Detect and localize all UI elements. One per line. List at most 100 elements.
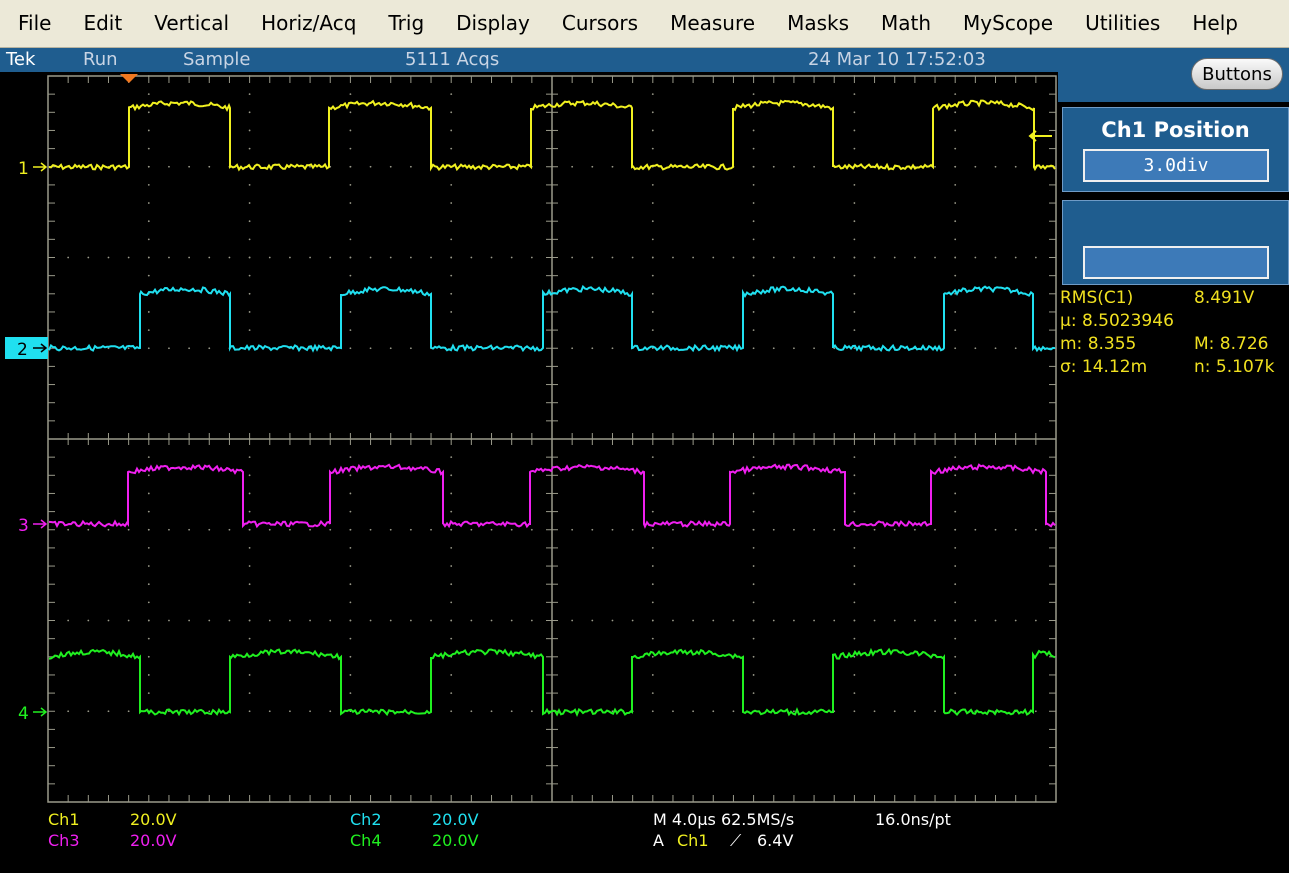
- grid-dot: [954, 93, 957, 96]
- menu-display[interactable]: Display: [440, 0, 546, 47]
- grid-dot: [651, 329, 654, 331]
- menu-cursors[interactable]: Cursors: [546, 0, 654, 47]
- ch1-position-control: Ch1 Position 3.0div: [1062, 107, 1289, 192]
- grid-dot: [349, 238, 352, 241]
- grid-dot: [349, 565, 352, 567]
- grid-dot: [893, 619, 896, 622]
- grid-dot: [813, 256, 815, 259]
- grid-dot: [389, 528, 392, 531]
- menu-file[interactable]: File: [0, 0, 67, 47]
- grid-dot: [651, 547, 654, 549]
- grid-dot: [651, 655, 654, 658]
- grid-dot: [329, 528, 332, 531]
- run-state[interactable]: Run: [83, 49, 118, 70]
- grid-dot: [591, 347, 594, 350]
- grid-dot: [450, 583, 453, 586]
- menu-help[interactable]: Help: [1176, 0, 1254, 47]
- timebase-readout[interactable]: M 4.0μs 62.5MS/s: [653, 810, 794, 829]
- grid-dot: [188, 347, 191, 350]
- grid-dot: [349, 492, 352, 495]
- trigger-source[interactable]: Ch1: [677, 831, 709, 850]
- ch1-scale[interactable]: 20.0V: [130, 810, 177, 829]
- menu-myscope[interactable]: MyScope: [947, 0, 1069, 47]
- grid-dot: [954, 347, 957, 350]
- ch3-scale[interactable]: 20.0V: [130, 831, 177, 850]
- menu-trig[interactable]: Trig: [372, 0, 440, 47]
- grid-dot: [450, 220, 453, 223]
- grid-dot: [530, 256, 533, 259]
- grid-dot: [147, 93, 150, 96]
- ch4-marker-label[interactable]: 4: [18, 704, 29, 724]
- grid-dot: [349, 165, 352, 168]
- grid-dot: [1014, 528, 1017, 531]
- menu-masks[interactable]: Masks: [771, 0, 865, 47]
- grid-dot: [954, 510, 957, 513]
- grid-dot: [409, 619, 412, 622]
- ch1-marker-label[interactable]: 1: [18, 159, 29, 179]
- grid-dot: [349, 674, 352, 676]
- acquisition-mode[interactable]: Sample: [183, 49, 251, 70]
- ch4-label[interactable]: Ch4: [350, 831, 382, 850]
- grid-dot: [651, 220, 654, 223]
- grid-dot: [954, 238, 957, 241]
- grid-dot: [470, 619, 473, 622]
- grid-dot: [147, 474, 150, 477]
- grid-dot: [853, 565, 856, 567]
- grid-dot: [248, 583, 251, 586]
- ch4-scale[interactable]: 20.0V: [432, 831, 479, 850]
- grid-dot: [853, 220, 856, 223]
- grid-dot: [450, 238, 453, 241]
- trigger-position-marker[interactable]: [120, 74, 138, 83]
- ch2-marker-label[interactable]: 2: [17, 340, 28, 360]
- grid-dot: [1014, 165, 1017, 168]
- grid-dot: [248, 311, 251, 313]
- ch1-label[interactable]: Ch1: [48, 810, 80, 829]
- grid-dot: [510, 256, 513, 259]
- grid-dot: [752, 547, 755, 549]
- buttons-button[interactable]: Buttons: [1191, 58, 1283, 90]
- ch1-position-field[interactable]: 3.0div: [1083, 149, 1269, 182]
- menu-edit[interactable]: Edit: [67, 0, 138, 47]
- grid-dot: [934, 256, 936, 259]
- grid-dot: [954, 474, 957, 477]
- grid-dot: [752, 510, 755, 513]
- grid-dot: [954, 619, 957, 622]
- grid-dot: [289, 710, 291, 713]
- grid-dot: [168, 528, 170, 531]
- grid-dot: [107, 710, 110, 713]
- grid-dot: [470, 528, 473, 531]
- menu-math[interactable]: Math: [865, 0, 947, 47]
- trigger-slope-icon[interactable]: ⟋: [730, 831, 741, 851]
- grid-dot: [651, 565, 654, 567]
- grid-dot: [147, 619, 150, 622]
- grid-dot: [833, 619, 836, 622]
- grid-dot: [268, 710, 271, 713]
- grid-dot: [309, 256, 311, 259]
- menu-measure[interactable]: Measure: [654, 0, 771, 47]
- menu-horiz-acq[interactable]: Horiz/Acq: [245, 0, 372, 47]
- menu-vertical[interactable]: Vertical: [138, 0, 245, 47]
- grid-dot: [1034, 528, 1037, 531]
- grid-dot: [430, 619, 432, 622]
- grid-dot: [248, 147, 251, 150]
- ch2-scale[interactable]: 20.0V: [432, 810, 479, 829]
- grid-dot: [1034, 256, 1037, 259]
- trigger-level-marker-icon[interactable]: [1028, 130, 1052, 142]
- ch3-marker-label[interactable]: 3: [18, 516, 29, 536]
- grid-dot: [712, 528, 715, 531]
- grid-dot: [188, 165, 191, 168]
- grid-dot: [87, 256, 90, 259]
- grid-dot: [732, 619, 735, 622]
- ch3-label[interactable]: Ch3: [48, 831, 80, 850]
- secondary-control: [1062, 200, 1289, 285]
- menu-utilities[interactable]: Utilities: [1069, 0, 1176, 47]
- grid-dot: [349, 184, 352, 186]
- grid-dot: [349, 619, 352, 622]
- grid-dot: [248, 674, 251, 676]
- grid-dot: [631, 619, 634, 622]
- trigger-level[interactable]: 6.4V: [757, 831, 793, 850]
- secondary-control-field[interactable]: [1083, 246, 1269, 279]
- ch2-label[interactable]: Ch2: [350, 810, 382, 829]
- waveform-display[interactable]: 1 2 3 4 Ch1 20.0V Ch3 20.0V Ch2 20.0V Ch4 2…: [0, 72, 1058, 873]
- grid-dot: [127, 528, 130, 531]
